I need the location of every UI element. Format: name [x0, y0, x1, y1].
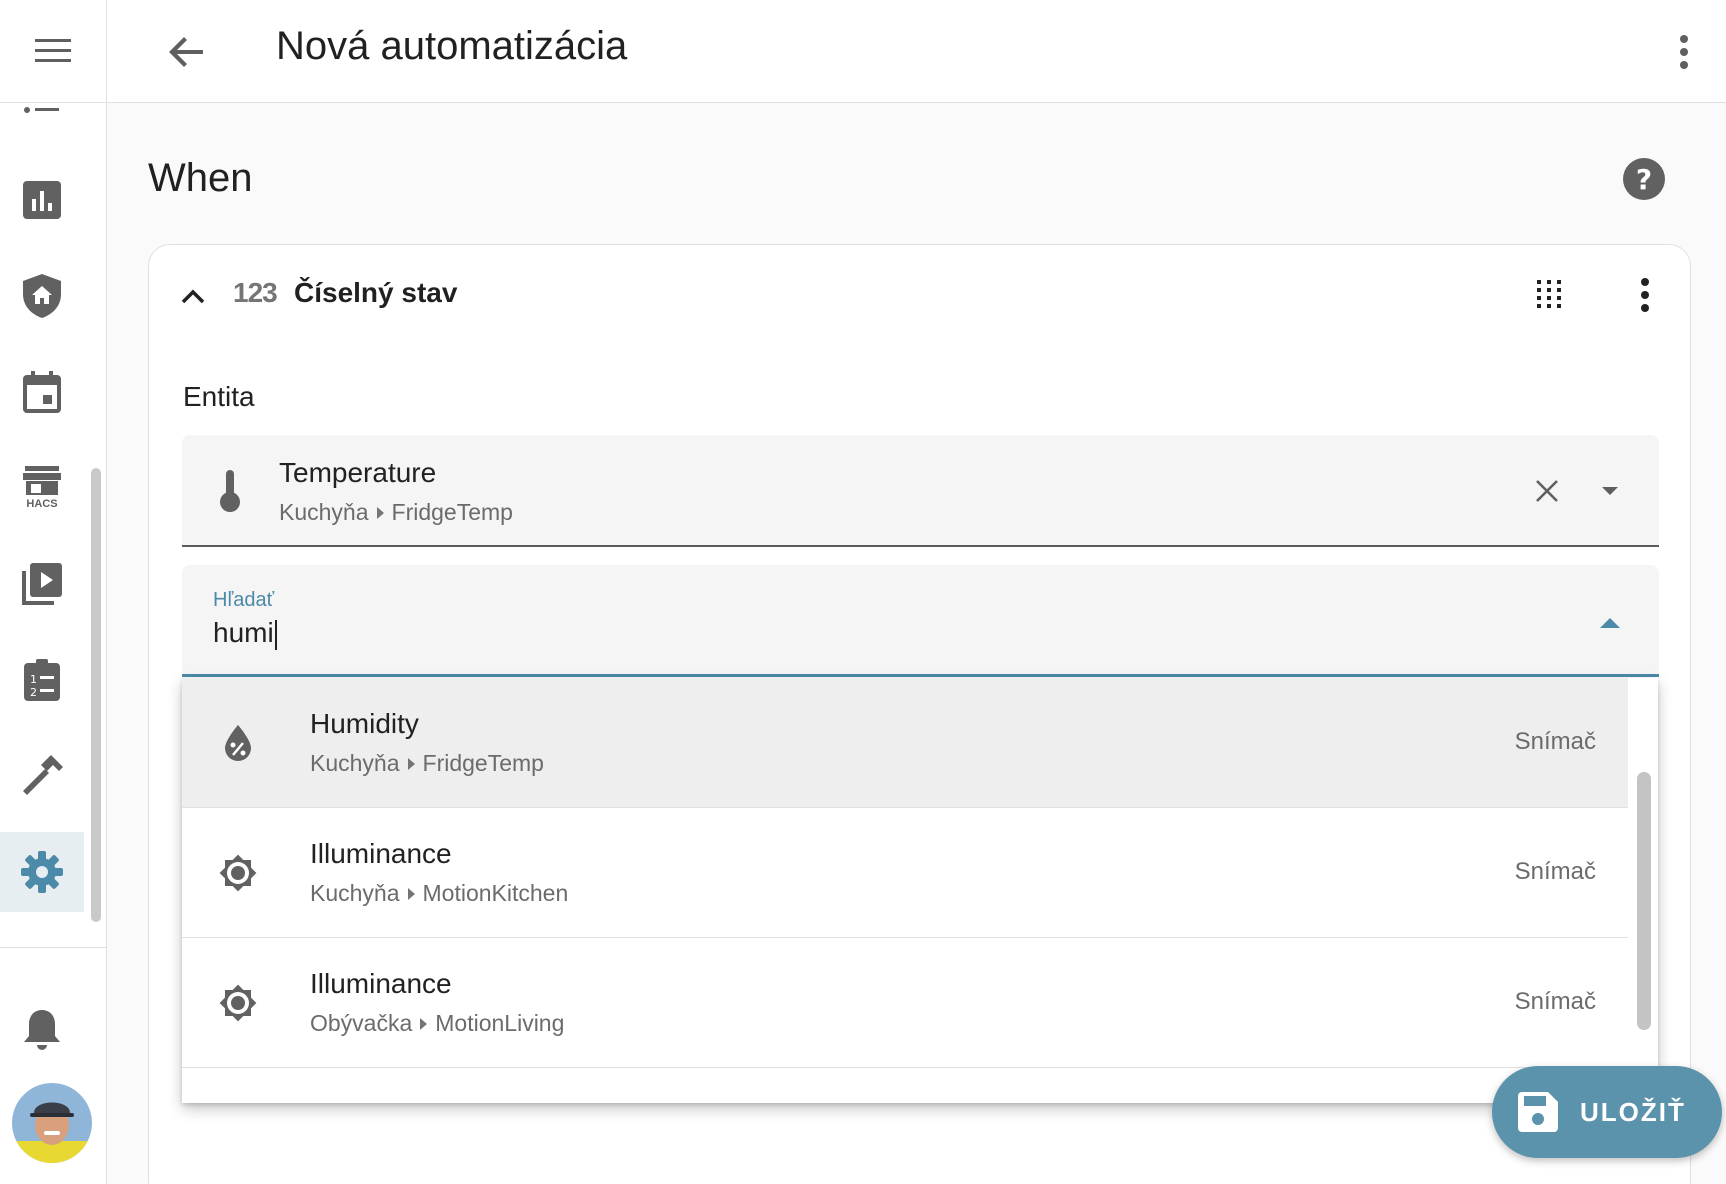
notifications-button[interactable]: [0, 990, 84, 1070]
svg-text:1: 1: [30, 673, 37, 686]
hacs-label: HACS: [26, 498, 58, 510]
chevron-up-icon: [181, 289, 205, 304]
result-area: Kuchyňa: [310, 880, 400, 906]
search-label: Hľadať: [213, 589, 275, 611]
result-context: Obývačka MotionLiving: [310, 1010, 564, 1037]
result-context: Kuchyňa MotionKitchen: [310, 880, 568, 907]
search-value: humi: [213, 617, 274, 648]
hacs-store-icon: [23, 466, 61, 495]
sidebar-item-hacs[interactable]: HACS: [0, 448, 84, 528]
result-domain: Snímač: [1514, 988, 1596, 1015]
shield-home-icon: [23, 274, 61, 318]
search-input[interactable]: humi: [213, 617, 277, 650]
drag-grid-icon: [1537, 280, 1561, 308]
dots-vertical-icon: [1641, 278, 1649, 312]
svg-text:2: 2: [30, 686, 37, 699]
entity-picker[interactable]: Temperature Kuchyňa FridgeTemp: [182, 435, 1659, 547]
hamburger-menu-icon: [35, 39, 71, 62]
dropdown-toggle[interactable]: [1590, 471, 1630, 511]
list-item[interactable]: [182, 1068, 1628, 1103]
thermometer-icon: [210, 469, 250, 513]
result-area: Obývačka: [310, 1010, 413, 1036]
play-box-multiple-icon: [22, 563, 62, 605]
list-item[interactable]: Illuminance Obývačka MotionLiving Snímač: [182, 938, 1628, 1068]
help-button[interactable]: ?: [1620, 155, 1668, 203]
text-caret: [274, 619, 277, 650]
dropdown-close-toggle[interactable]: [1590, 603, 1630, 643]
result-device: MotionKitchen: [422, 880, 569, 906]
sidebar-item-settings[interactable]: [0, 832, 84, 912]
hammer-icon: [23, 755, 63, 795]
brightness-icon: [216, 851, 260, 895]
save-button[interactable]: ULOŽIŤ: [1492, 1066, 1722, 1158]
sidebar-item-media[interactable]: [0, 544, 84, 624]
caret-right-icon: [376, 506, 384, 519]
clipboard-list-icon: 12: [24, 659, 60, 701]
sidebar-item-security[interactable]: [0, 256, 84, 336]
content-save-icon: [1518, 1092, 1558, 1132]
calendar-icon: [23, 371, 61, 413]
top-app-bar: Nová automatizácia: [107, 0, 1726, 103]
clear-button[interactable]: [1527, 471, 1567, 511]
sidebar-item-developer-tools[interactable]: [0, 736, 84, 816]
bell-icon: [24, 1010, 60, 1050]
collapse-button[interactable]: [173, 275, 213, 315]
sidebar-scrollbar[interactable]: [91, 468, 101, 922]
save-label: ULOŽIŤ: [1580, 1096, 1686, 1127]
sidebar-item-calendar[interactable]: [0, 352, 84, 432]
sidebar-item-list[interactable]: [0, 103, 84, 128]
result-device: MotionLiving: [435, 1010, 565, 1036]
drag-handle[interactable]: [1529, 275, 1569, 315]
menu-button[interactable]: [0, 0, 106, 103]
result-domain: Snímač: [1514, 858, 1596, 885]
water-percent-icon: [216, 721, 260, 765]
list-icon: [24, 107, 59, 113]
trigger-title: Číselný stav: [294, 277, 458, 308]
sidebar-divider: [0, 947, 106, 948]
brightness-icon: [216, 981, 260, 1025]
result-name: Humidity: [310, 708, 419, 739]
selected-entity-name: Temperature: [279, 457, 437, 488]
arrow-left-icon: [169, 37, 203, 67]
sidebar-item-todo[interactable]: 12: [0, 640, 84, 720]
result-device: FridgeTemp: [422, 750, 544, 776]
section-title: When: [148, 156, 253, 200]
result-name: Illuminance: [310, 838, 452, 869]
chart-bar-icon: [23, 181, 61, 219]
cog-icon: [21, 851, 63, 893]
dots-vertical-icon: [1680, 35, 1688, 69]
numeric-icon: 123: [233, 277, 278, 308]
result-domain: Snímač: [1514, 728, 1596, 755]
list-item[interactable]: Illuminance Kuchyňa MotionKitchen Snímač: [182, 808, 1628, 938]
caret-right-icon: [407, 887, 415, 900]
selected-entity-context: Kuchyňa FridgeTemp: [279, 499, 513, 526]
avatar[interactable]: [12, 1083, 92, 1163]
caret-right-icon: [407, 757, 415, 770]
trigger-menu-button[interactable]: [1625, 275, 1665, 315]
results-scrollbar[interactable]: [1637, 772, 1651, 1030]
entity-results-list: Humidity Kuchyňa FridgeTemp Snímač Illum…: [182, 678, 1658, 1103]
entity-label: Entita: [183, 381, 255, 412]
sidebar-item-energy[interactable]: [0, 160, 84, 240]
caret-right-icon: [420, 1017, 428, 1030]
list-item[interactable]: Humidity Kuchyňa FridgeTemp Snímač: [182, 678, 1628, 808]
selected-entity-area: Kuchyňa: [279, 499, 369, 525]
selected-entity-device: FridgeTemp: [391, 499, 513, 525]
trigger-card-header[interactable]: 123 Číselný stav: [149, 245, 1690, 345]
svg-text:?: ?: [1636, 163, 1652, 196]
menu-up-icon: [1600, 618, 1620, 628]
close-icon: [1536, 480, 1558, 502]
page-title: Nová automatizácia: [276, 24, 628, 68]
result-context: Kuchyňa FridgeTemp: [310, 750, 544, 777]
back-button[interactable]: [157, 22, 217, 82]
menu-down-icon: [1602, 487, 1618, 495]
overflow-menu-button[interactable]: [1654, 22, 1714, 82]
sidebar: HACS 12: [0, 0, 107, 1184]
user-avatar-icon: [12, 1083, 92, 1163]
result-name: Illuminance: [310, 968, 452, 999]
help-circle-icon: ?: [1623, 158, 1665, 200]
result-area: Kuchyňa: [310, 750, 400, 776]
search-field[interactable]: Hľadať humi: [182, 565, 1659, 677]
